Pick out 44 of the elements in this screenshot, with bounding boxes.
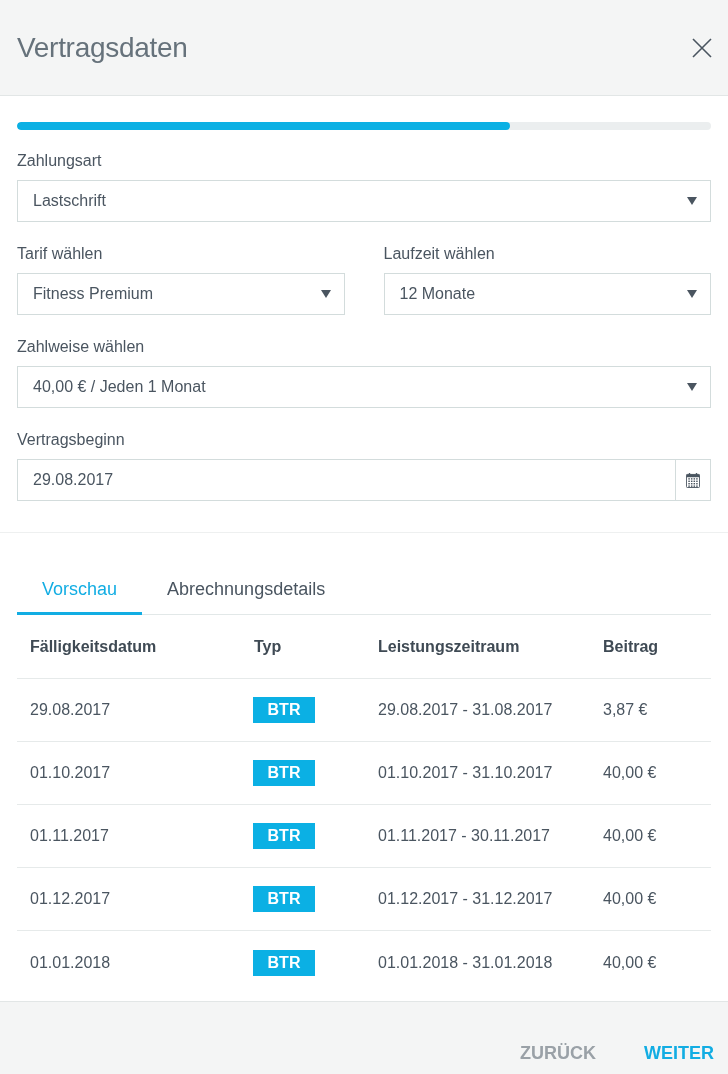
caret-down-icon — [320, 290, 331, 298]
field-label: Vertragsbeginn — [17, 430, 125, 450]
period-cell: 29.08.2017 - 31.08.2017 — [378, 701, 553, 718]
period-cell: 01.01.2018 - 31.01.2018 — [378, 953, 553, 971]
caret-down-icon — [687, 383, 697, 391]
select-field[interactable]: Lastschrift — [17, 180, 711, 222]
close-icon — [692, 37, 712, 58]
tab[interactable]: Abrechnungsdetails — [142, 567, 351, 615]
field-label: Zahlweise wählen — [17, 337, 145, 357]
due-date-cell: 01.11.2017 — [30, 827, 109, 844]
column-header: Fälligkeitsdatum — [29, 636, 158, 657]
due-date-cell: 01.01.2018 — [30, 953, 111, 971]
calendar-icon — [686, 472, 700, 488]
dialog-title: Vertragsdaten — [17, 30, 188, 65]
amount-cell: 40,00 € — [603, 827, 657, 844]
close-button[interactable] — [690, 35, 714, 60]
date-input-field[interactable]: 29.08.2017 — [17, 459, 676, 501]
period-cell: 01.11.2017 - 30.11.2017 — [378, 827, 550, 844]
due-date-cell: 29.08.2017 — [30, 701, 111, 718]
caret-down-icon — [687, 197, 697, 205]
column-header: Typ — [253, 636, 283, 657]
amount-cell: 40,00 € — [603, 764, 657, 781]
column-header: Beitrag — [602, 636, 660, 657]
caret-down-icon — [687, 290, 697, 298]
field-label: Laufzeit wählen — [383, 244, 495, 264]
due-date-cell: 01.10.2017 — [30, 764, 111, 781]
period-cell: 01.12.2017 - 31.12.2017 — [378, 890, 553, 907]
column-header: Leistungszeitraum — [377, 636, 521, 657]
calendar-button[interactable] — [676, 459, 711, 501]
select-field[interactable]: 12 Monate — [383, 273, 711, 315]
select-field[interactable]: 40,00 € / Jeden 1 Monat — [17, 366, 711, 408]
type-badge: BTR — [253, 949, 315, 976]
field-label: Tarif wählen — [17, 244, 103, 264]
period-cell: 01.10.2017 - 31.10.2017 — [378, 764, 553, 781]
field-label: Zahlungsart — [17, 151, 102, 171]
due-date-cell: 01.12.2017 — [30, 890, 111, 907]
type-badge: BTR — [253, 760, 315, 786]
select-field[interactable]: Fitness Premium — [17, 273, 345, 315]
amount-cell: 3,87 € — [603, 701, 648, 718]
amount-cell: 40,00 € — [603, 890, 657, 907]
amount-cell: 40,00 € — [603, 953, 657, 971]
type-badge: BTR — [253, 886, 315, 912]
type-badge: BTR — [253, 697, 315, 723]
type-badge: BTR — [253, 823, 315, 849]
